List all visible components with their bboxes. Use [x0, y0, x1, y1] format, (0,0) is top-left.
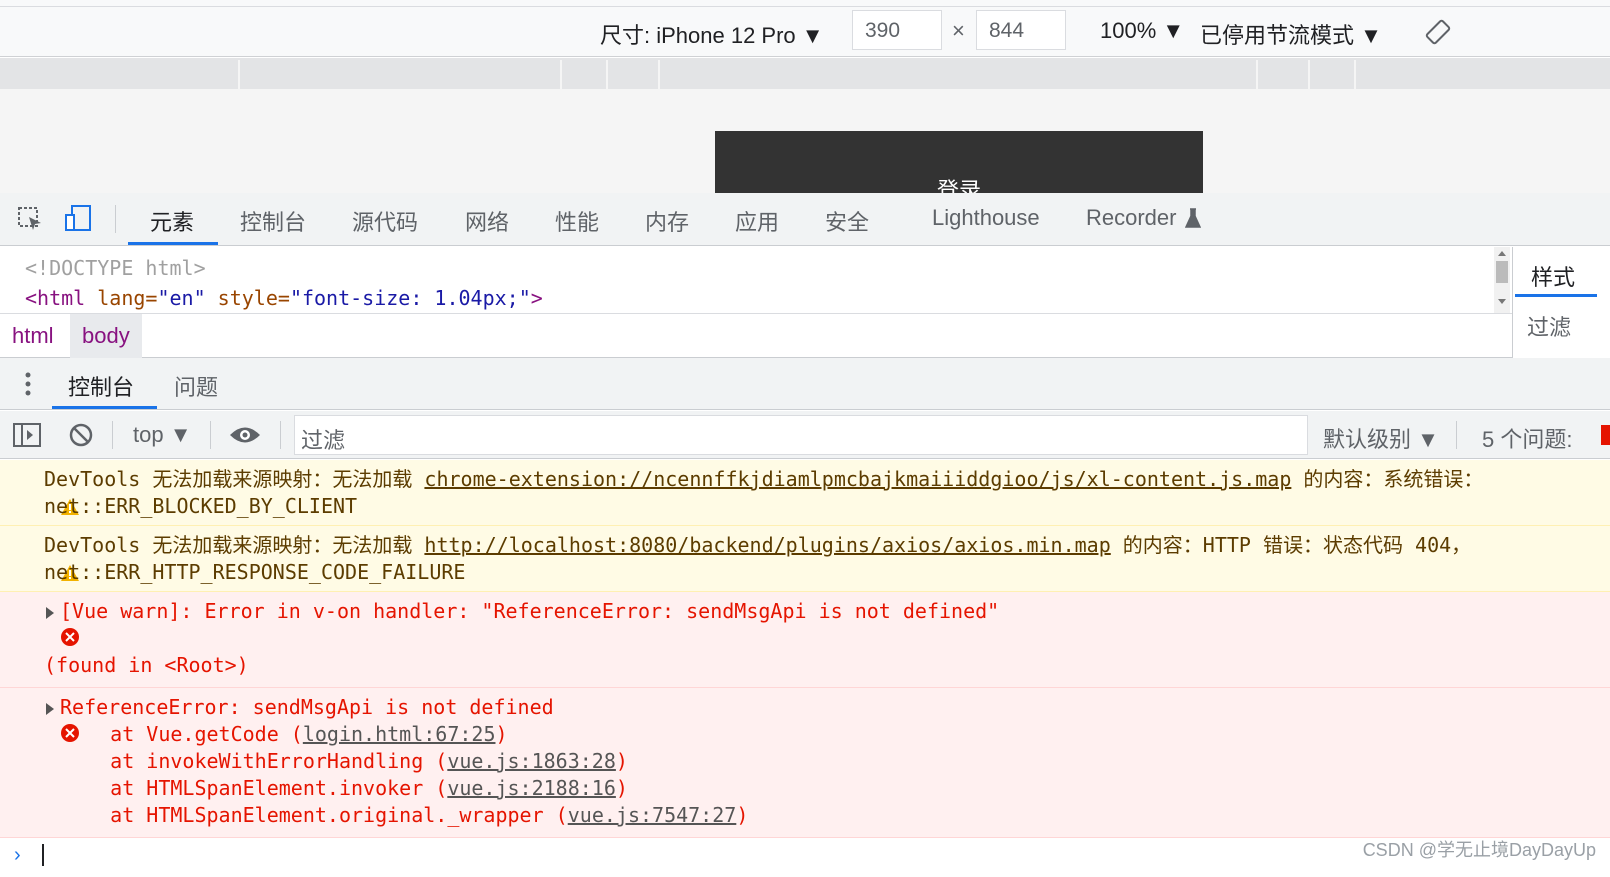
expand-triangle-icon[interactable]	[46, 606, 54, 619]
console-toolbar: top ▼ 过滤 默认级别 ▼ 5 个问题:	[0, 411, 1610, 459]
tab-sources[interactable]: 源代码	[352, 205, 418, 237]
styles-filter-input[interactable]: 过滤	[1527, 310, 1571, 342]
expandable-message[interactable]: [Vue warn]: Error in v-on handler: "Refe…	[46, 598, 999, 625]
more-menu-icon[interactable]	[24, 370, 32, 403]
crumb-body[interactable]: body	[70, 314, 142, 358]
doctype-line: <!DOCTYPE html>	[25, 256, 206, 280]
tab-elements[interactable]: 元素	[150, 205, 194, 237]
zoom-select[interactable]: 100% ▼	[1100, 18, 1184, 44]
message-text-line2: net::ERR_HTTP_RESPONSE_CODE_FAILURE	[44, 560, 466, 584]
message-text: DevTools 无法加载来源映射：无法加载 http://localhost:…	[44, 533, 1472, 557]
log-levels-select[interactable]: 默认级别 ▼	[1323, 422, 1439, 454]
message-text: DevTools 无法加载来源映射：无法加载 chrome-extension:…	[44, 467, 1484, 491]
source-link[interactable]: chrome-extension://ncennffkjdiamlpmcbajk…	[424, 467, 1291, 491]
expand-triangle-icon[interactable]	[46, 702, 54, 715]
crumb-html[interactable]: html	[0, 323, 66, 349]
tab-performance[interactable]: 性能	[555, 205, 599, 237]
stack-frame: at Vue.getCode (login.html:67:25)	[62, 722, 508, 746]
stack-frame: at invokeWithErrorHandling (vue.js:1863:…	[62, 749, 628, 773]
console-message-error-2: ReferenceError: sendMsgApi is not define…	[0, 688, 1610, 838]
breadcrumb: html body	[0, 313, 1512, 358]
tab-styles[interactable]: 样式	[1531, 260, 1575, 292]
message-text-line2: net::ERR_BLOCKED_BY_CLIENT	[44, 494, 358, 518]
device-height-input[interactable]: 844	[976, 10, 1066, 50]
drawer-tab-issues[interactable]: 问题	[174, 370, 218, 402]
expandable-message[interactable]: ReferenceError: sendMsgApi is not define…	[46, 694, 554, 721]
stack-frame: at HTMLSpanElement.original._wrapper (vu…	[62, 803, 749, 827]
drawer-tab-console[interactable]: 控制台	[68, 370, 134, 402]
tab-recorder[interactable]: Recorder	[1086, 205, 1176, 231]
inspect-element-icon[interactable]	[16, 205, 44, 238]
device-size-select[interactable]: 尺寸: iPhone 12 Pro ▼	[600, 18, 824, 50]
stack-link[interactable]: vue.js:1863:28	[447, 749, 616, 773]
tab-console[interactable]: 控制台	[240, 205, 306, 237]
device-toggle-icon[interactable]	[64, 203, 94, 238]
issue-flag-icon	[1601, 425, 1610, 445]
console-input[interactable]	[42, 844, 44, 866]
console-message-warning-1: DevTools 无法加载来源映射：无法加载 chrome-extension:…	[0, 460, 1610, 526]
dimension-times-label: ×	[952, 18, 965, 43]
rotate-icon[interactable]	[1424, 18, 1452, 51]
stack-link[interactable]: login.html:67:25	[303, 722, 496, 746]
tab-lighthouse[interactable]: Lighthouse	[932, 205, 1040, 231]
tab-memory[interactable]: 内存	[645, 205, 689, 237]
issues-counter[interactable]: 5 个问题:	[1482, 422, 1572, 454]
media-query-ruler[interactable]	[0, 58, 1610, 89]
console-message-error-1: [Vue warn]: Error in v-on handler: "Refe…	[0, 592, 1610, 688]
login-button[interactable]: 登录	[715, 131, 1203, 195]
throttling-select[interactable]: 已停用节流模式 ▼	[1200, 18, 1382, 50]
drawer-tabbar: 控制台 问题	[0, 358, 1610, 410]
device-preview: 登录	[0, 89, 1610, 195]
elements-scrollbar[interactable]	[1494, 247, 1510, 313]
tab-security[interactable]: 安全	[825, 205, 869, 237]
html-node-line[interactable]: <html lang="en" style="font-size: 1.04px…	[25, 286, 543, 310]
device-toolbar: 尺寸: iPhone 12 Pro ▼ 390 × 844 100% ▼ 已停用…	[0, 0, 1610, 57]
console-filter-input[interactable]: 过滤	[294, 415, 1308, 455]
tab-application[interactable]: 应用	[735, 205, 779, 237]
stack-link[interactable]: vue.js:2188:16	[447, 776, 616, 800]
context-select[interactable]: top ▼	[133, 422, 191, 448]
styles-pane: 样式 过滤	[1512, 247, 1610, 358]
clear-console-icon[interactable]	[68, 422, 94, 453]
stack-frame: at HTMLSpanElement.invoker (vue.js:2188:…	[62, 776, 628, 800]
watermark: CSDN @学无止境DayDayUp	[1362, 840, 1596, 860]
tab-network[interactable]: 网络	[465, 205, 509, 237]
live-expression-eye-icon[interactable]	[228, 424, 262, 451]
source-link[interactable]: http://localhost:8080/backend/plugins/ax…	[424, 533, 1110, 557]
device-width-input[interactable]: 390	[852, 10, 942, 50]
console-message-warning-2: DevTools 无法加载来源映射：无法加载 http://localhost:…	[0, 526, 1610, 592]
elements-tree[interactable]: <!DOCTYPE html> <html lang="en" style="f…	[0, 247, 1512, 313]
devtools-tabbar: 元素 控制台 源代码 网络 性能 内存 应用 安全 Lighthouse Rec…	[0, 193, 1610, 246]
console-prompt-icon: ›	[14, 844, 21, 866]
flask-icon	[1184, 208, 1202, 233]
message-text-line3: (found in <Root>)	[44, 653, 249, 677]
sidebar-toggle-icon[interactable]	[12, 422, 42, 453]
stack-link[interactable]: vue.js:7547:27	[568, 803, 737, 827]
